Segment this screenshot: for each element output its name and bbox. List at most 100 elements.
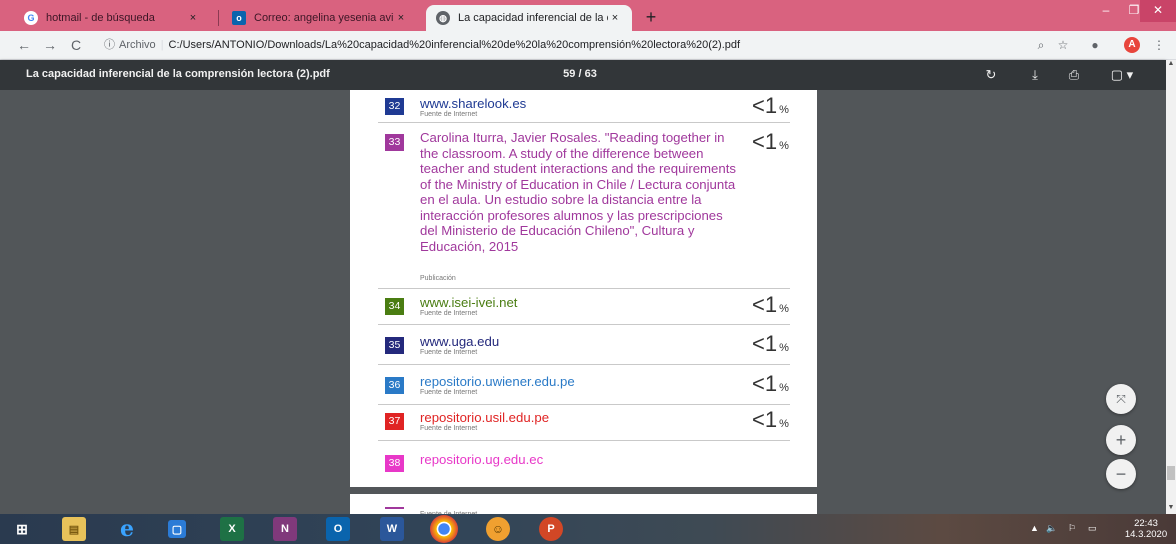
- divider: [378, 288, 790, 289]
- google-icon: G: [24, 11, 38, 25]
- window-close-button[interactable]: ✕: [1140, 0, 1176, 22]
- flag-icon[interactable]: ⚐: [1068, 523, 1076, 534]
- outlook-icon: o: [232, 11, 246, 25]
- new-tab-button[interactable]: +: [640, 6, 662, 28]
- entry-number: 37: [385, 413, 404, 430]
- entry-kind: Fuente de Internet: [420, 310, 478, 317]
- entry-source: www.sharelook.es: [420, 96, 527, 111]
- fit-page-button[interactable]: ⤧: [1106, 384, 1136, 414]
- clock-time: 22:43: [1134, 518, 1158, 529]
- tray-arrow-icon[interactable]: ▲: [1030, 523, 1039, 533]
- entry-kind: Fuente de Internet: [420, 389, 478, 396]
- entry-percentage: <1%: [752, 331, 789, 357]
- zoom-icon[interactable]: ⌕: [1032, 36, 1050, 54]
- entry-kind: Fuente de Internet: [420, 425, 478, 432]
- tab-title: La capacidad inferencial de la co: [458, 12, 608, 24]
- powerpoint-icon[interactable]: P: [539, 517, 563, 541]
- percentage-unit: %: [779, 104, 789, 116]
- entry-percentage: <1%: [752, 371, 789, 397]
- globe-icon: ◍: [436, 11, 450, 25]
- clock[interactable]: 22:43 14.3.2020: [1120, 518, 1172, 540]
- outlook-icon[interactable]: O: [326, 517, 350, 541]
- entry-percentage: <1%: [752, 93, 789, 119]
- percentage-value: <1: [752, 407, 778, 432]
- tab-separator: [218, 10, 219, 26]
- scroll-up-icon[interactable]: ▲: [1166, 60, 1176, 67]
- percentage-value: <1: [752, 371, 778, 396]
- address-bar: ← → C ⓘ Archivo | C:/Users/ANTONIO/Download…: [0, 31, 1176, 60]
- entry-number-strip: [385, 507, 404, 509]
- scheme-label: Archivo: [119, 39, 156, 51]
- entry-source: repositorio.uwiener.edu.pe: [420, 374, 575, 389]
- outlook-app-icon[interactable]: ▢: [168, 520, 186, 538]
- entry-kind: Publicación: [420, 275, 456, 282]
- percentage-unit: %: [779, 140, 789, 152]
- zoom-out-button[interactable]: −: [1106, 459, 1136, 489]
- bookmark-star-icon[interactable]: ☆: [1054, 36, 1072, 54]
- menu-icon[interactable]: ⋮: [1150, 36, 1168, 54]
- url-field[interactable]: ⓘ Archivo | C:/Users/ANTONIO/Downloads/La%2…: [104, 35, 1004, 55]
- scroll-thumb[interactable]: [1167, 466, 1175, 480]
- file-explorer-icon[interactable]: ▤: [62, 517, 86, 541]
- divider: [378, 324, 790, 325]
- divider: [378, 122, 790, 123]
- volume-icon[interactable]: 🔈: [1046, 523, 1057, 534]
- reload-button[interactable]: C: [66, 36, 86, 54]
- info-icon[interactable]: ⓘ: [104, 39, 115, 51]
- divider: [378, 440, 790, 441]
- start-icon[interactable]: ⊞: [10, 517, 34, 541]
- scratch-icon[interactable]: ☺: [486, 517, 510, 541]
- excel-icon[interactable]: X: [220, 517, 244, 541]
- forward-button[interactable]: →: [40, 36, 60, 54]
- internet-explorer-icon[interactable]: e: [115, 516, 139, 542]
- clock-date: 14.3.2020: [1124, 529, 1168, 540]
- profile-avatar[interactable]: A: [1124, 37, 1140, 53]
- entry-number: 34: [385, 298, 404, 315]
- tab-pdf[interactable]: ◍ La capacidad inferencial de la co ×: [426, 5, 632, 31]
- entry-percentage: <1%: [752, 292, 789, 318]
- entry-source: Carolina Iturra, Javier Rosales. "Readin…: [420, 130, 736, 254]
- divider: [378, 364, 790, 365]
- rotate-icon[interactable]: ↻: [982, 66, 1000, 84]
- entry-number: 36: [385, 377, 404, 394]
- print-icon[interactable]: ⎙: [1064, 66, 1084, 84]
- pdf-viewer[interactable]: 32 www.sharelook.es Fuente de Internet <…: [0, 90, 1166, 514]
- tab-title: Correo: angelina yesenia avila vi: [254, 12, 394, 24]
- close-icon[interactable]: ×: [394, 12, 408, 24]
- pdf-title: La capacidad inferencial de la comprensi…: [26, 68, 330, 80]
- percentage-unit: %: [779, 342, 789, 354]
- scrollbar[interactable]: ▲ ▼: [1166, 60, 1176, 514]
- tab-hotmail-search[interactable]: G hotmail - de búsqueda ×: [14, 5, 210, 31]
- percentage-unit: %: [779, 382, 789, 394]
- entry-kind: Fuente de Internet: [420, 349, 478, 356]
- percentage-value: <1: [752, 292, 778, 317]
- entry-source: www.isei-ivei.net: [420, 295, 518, 310]
- percentage-value: <1: [752, 331, 778, 356]
- extension-icon[interactable]: ●: [1086, 36, 1104, 54]
- entry-number: 33: [385, 134, 404, 151]
- divider: [378, 404, 790, 405]
- entry-number: 32: [385, 98, 404, 115]
- close-icon[interactable]: ×: [186, 12, 200, 24]
- tab-title: hotmail - de búsqueda: [46, 12, 155, 24]
- back-button[interactable]: ←: [14, 36, 34, 54]
- zoom-in-button[interactable]: +: [1106, 425, 1136, 455]
- entry-percentage: <1%: [752, 407, 789, 433]
- download-icon[interactable]: ⤓: [1026, 66, 1044, 84]
- page-indicator[interactable]: 59 / 63: [540, 68, 620, 80]
- tab-outlook-mail[interactable]: o Correo: angelina yesenia avila vi ×: [222, 5, 418, 31]
- entry-source: repositorio.usil.edu.pe: [420, 410, 550, 425]
- entry-source: www.uga.edu: [420, 334, 500, 349]
- percentage-value: <1: [752, 93, 778, 118]
- onenote-icon[interactable]: N: [273, 517, 297, 541]
- entry-kind: Fuente de Internet: [420, 111, 478, 118]
- close-icon[interactable]: ×: [608, 12, 622, 24]
- bookmark-menu-icon[interactable]: ▢ ▾: [1108, 66, 1136, 84]
- chrome-icon[interactable]: [430, 515, 458, 543]
- entry-number: 35: [385, 337, 404, 354]
- percentage-value: <1: [752, 129, 778, 154]
- network-icon[interactable]: ▭: [1088, 523, 1097, 534]
- word-icon[interactable]: W: [380, 517, 404, 541]
- tab-strip: G hotmail - de búsqueda × o Correo: ange…: [0, 0, 1176, 31]
- scroll-down-icon[interactable]: ▼: [1166, 504, 1176, 511]
